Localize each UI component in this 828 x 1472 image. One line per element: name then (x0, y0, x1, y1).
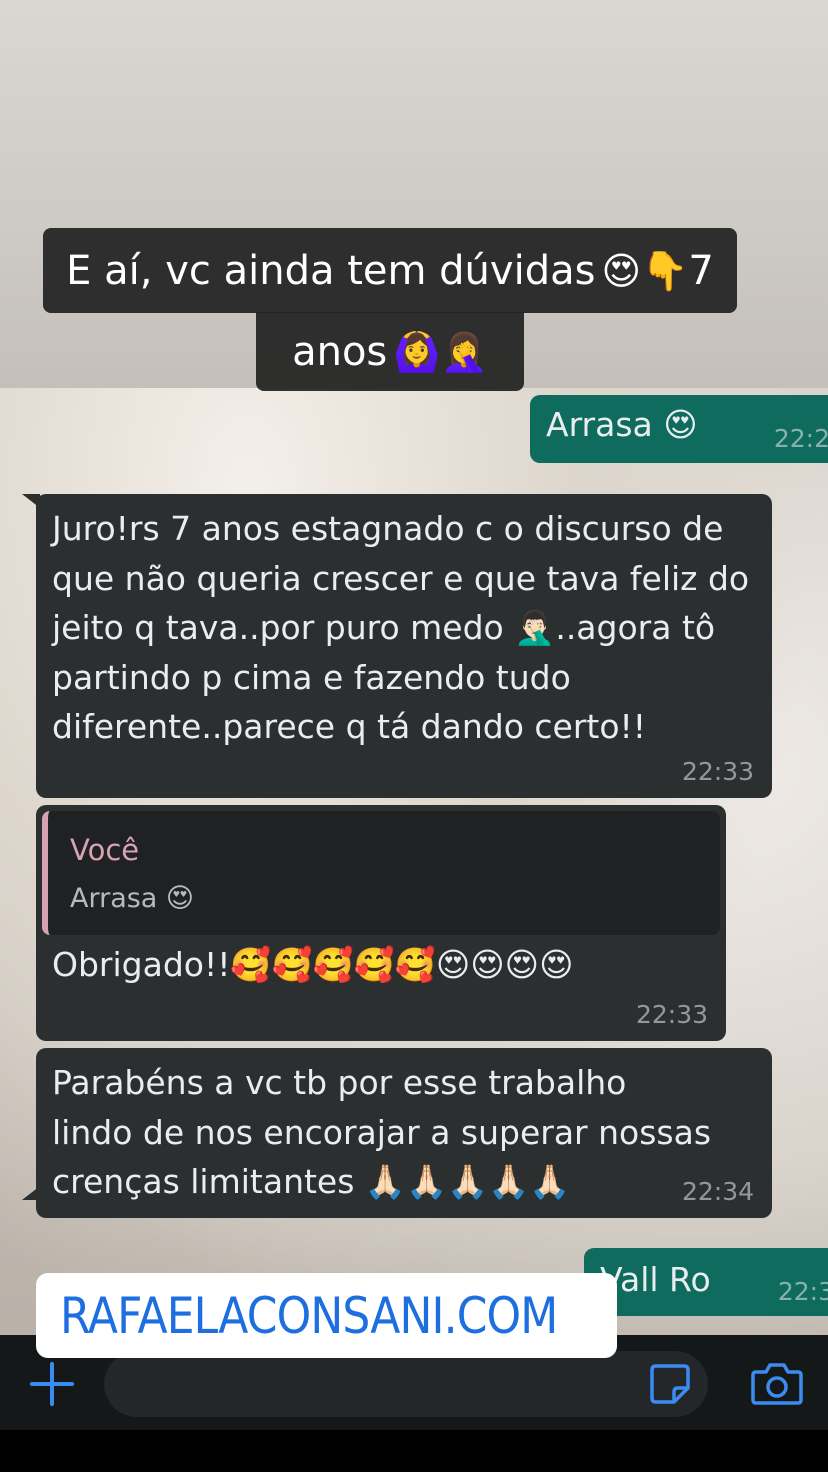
message-time: 22:2 (773, 424, 828, 453)
message-time: 22:3 (777, 1277, 828, 1306)
message-text: Juro!rs 7 anos estagnado c o discurso de… (52, 509, 750, 746)
message-time: 22:33 (681, 757, 754, 786)
message-incoming[interactable]: Parabéns a vc tb por esse trabalho lindo… (36, 1048, 772, 1218)
message-time: 22:34 (681, 1177, 754, 1206)
message-incoming-reply[interactable]: Você Arrasa 😍 Obrigado!!🥰🥰🥰🥰🥰😍😍😍😍 22:33 (36, 805, 726, 1041)
plus-icon[interactable] (28, 1360, 76, 1408)
caption-emojis: 😍👇 (601, 248, 689, 293)
caption-text: anos (292, 328, 388, 375)
caption-emojis: 🙆‍♀️🤦‍♀️ (393, 329, 488, 374)
story-caption-line-1: E aí, vc ainda tem dúvidas 😍👇 7 (43, 228, 737, 313)
message-text: Parabéns a vc tb por esse trabalho lindo… (52, 1063, 712, 1201)
quoted-message[interactable]: Você Arrasa 😍 (42, 811, 720, 935)
message-input[interactable] (104, 1351, 708, 1417)
link-sticker[interactable]: RAFAELACONSANI.COM (36, 1273, 617, 1358)
message-text: Arrasa 😍 (546, 405, 698, 444)
quote-text: Arrasa 😍 (70, 883, 195, 914)
caption-text: E aí, vc ainda tem dúvidas (66, 247, 596, 294)
camera-icon[interactable] (750, 1360, 804, 1406)
story-caption-line-2: anos 🙆‍♀️🤦‍♀️ (256, 312, 524, 391)
bottom-safe-area (0, 1430, 828, 1472)
quote-author: Você (70, 833, 140, 867)
message-text: Obrigado!!🥰🥰🥰🥰🥰😍😍😍😍 (52, 945, 574, 984)
message-outgoing[interactable]: Arrasa 😍 22:2 (530, 395, 828, 463)
link-text: RAFAELACONSANI.COM (60, 1286, 558, 1345)
caption-text-end: 7 (688, 247, 714, 294)
message-time: 22:33 (635, 1000, 708, 1029)
sticker-icon[interactable] (648, 1362, 692, 1406)
message-outgoing[interactable]: Vall Ro 22:3 (584, 1248, 828, 1316)
message-incoming[interactable]: Juro!rs 7 anos estagnado c o discurso de… (36, 494, 772, 798)
